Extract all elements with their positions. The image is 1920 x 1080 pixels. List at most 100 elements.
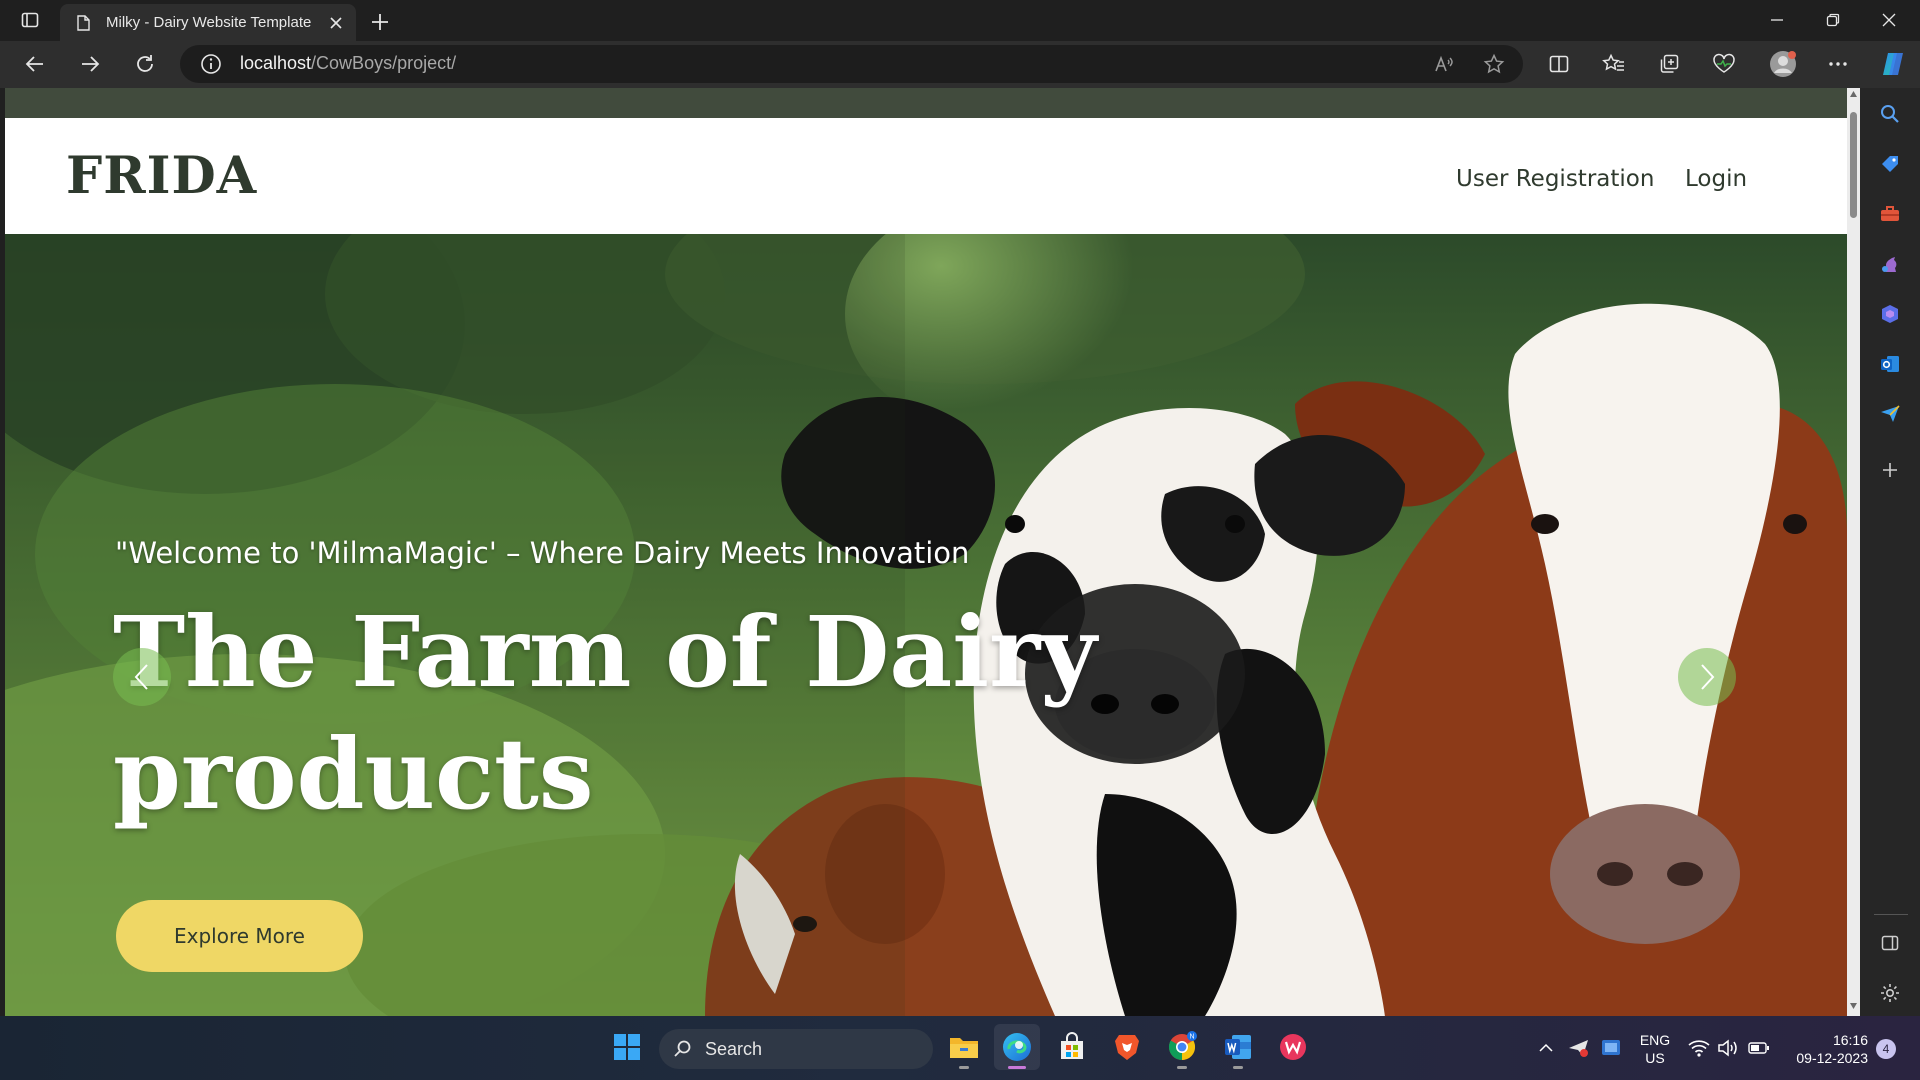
page-viewport: FRIDA User Registration Login "Welcome t… <box>5 88 1847 1016</box>
plus-icon <box>372 14 388 30</box>
close-window-button[interactable] <box>1861 0 1917 40</box>
sidebar-add-button[interactable] <box>1873 453 1907 487</box>
svg-text:N: N <box>1189 1034 1194 1041</box>
scrollbar-thumb[interactable] <box>1850 112 1857 218</box>
split-screen-button[interactable] <box>1540 45 1578 83</box>
panel-icon <box>1881 935 1899 951</box>
chevron-up-icon <box>1539 1043 1553 1052</box>
chrome-icon: N <box>1168 1031 1197 1061</box>
sidebar-search-button[interactable] <box>1873 97 1907 131</box>
nav-link-user-registration[interactable]: User Registration <box>1456 166 1654 192</box>
scroll-down-icon[interactable] <box>1849 1002 1858 1010</box>
split-screen-icon <box>1549 55 1569 73</box>
store-button[interactable] <box>1049 1024 1095 1070</box>
more-icon <box>1829 62 1847 66</box>
collections-button[interactable] <box>1650 45 1688 83</box>
tray-app-icon[interactable] <box>1568 1038 1590 1058</box>
profile-button[interactable] <box>1764 45 1802 83</box>
sidebar-hide-button[interactable] <box>1873 926 1907 960</box>
url-path: /CowBoys/project/ <box>311 53 457 73</box>
region-code: US <box>1645 1050 1665 1066</box>
paper-plane-icon <box>1569 1040 1588 1057</box>
site-navbar: FRIDA User Registration Login <box>5 118 1847 234</box>
sidebar-tools-button[interactable] <box>1873 197 1907 231</box>
edge-taskbar-button[interactable] <box>994 1024 1040 1070</box>
sidebar-games-button[interactable] <box>1873 247 1907 281</box>
read-aloud-icon <box>1435 55 1453 72</box>
language-indicator[interactable]: ENG US <box>1636 1031 1674 1067</box>
windows-logo-icon <box>614 1034 640 1060</box>
tab-close-button[interactable] <box>322 9 350 37</box>
active-indicator <box>1008 1066 1026 1069</box>
clock-time: 16:16 <box>1832 1032 1868 1048</box>
restore-button[interactable] <box>1805 0 1861 40</box>
nav-link-login[interactable]: Login <box>1685 166 1747 192</box>
start-button[interactable] <box>604 1024 650 1070</box>
carousel-prev-button[interactable] <box>113 648 171 706</box>
chess-piece-icon <box>1882 257 1897 272</box>
folder-icon <box>950 1038 978 1058</box>
settings-more-button[interactable] <box>1819 45 1857 83</box>
forward-button[interactable] <box>71 45 109 83</box>
close-icon <box>330 16 342 29</box>
taskbar-search[interactable]: Search <box>659 1029 933 1069</box>
search-icon <box>1881 105 1899 123</box>
brave-button[interactable] <box>1104 1024 1150 1070</box>
show-hidden-icons-button[interactable] <box>1538 1040 1554 1056</box>
running-indicator <box>1177 1066 1187 1069</box>
volume-icon[interactable] <box>1717 1039 1739 1057</box>
scroll-up-icon[interactable] <box>1849 90 1858 98</box>
hero-tagline: "Welcome to 'MilmaMagic' – Where Dairy M… <box>115 536 970 570</box>
new-tab-button[interactable] <box>366 8 394 36</box>
battery-icon[interactable] <box>1748 1041 1770 1055</box>
office-icon <box>1882 305 1898 323</box>
browser-tab[interactable]: Milky - Dairy Website Template <box>60 4 356 41</box>
minimize-icon <box>1771 19 1783 21</box>
sidebar-settings-button[interactable] <box>1873 976 1907 1010</box>
hero-carousel: "Welcome to 'MilmaMagic' – Where Dairy M… <box>5 234 1847 1016</box>
search-icon <box>674 1040 691 1057</box>
edge-icon <box>1003 1033 1031 1061</box>
sidebar-outlook-button[interactable] <box>1873 347 1907 381</box>
search-label: Search <box>705 1038 763 1059</box>
site-logo[interactable]: FRIDA <box>66 146 257 206</box>
read-aloud-button[interactable] <box>1425 45 1463 83</box>
favorites-list-icon <box>1602 53 1624 71</box>
copilot-button[interactable] <box>1874 45 1912 83</box>
sidebar-copilot-365-button[interactable] <box>1873 297 1907 331</box>
hero-headline: The Farm of Dairy products <box>113 595 1097 831</box>
restore-icon <box>1826 13 1840 27</box>
chevron-right-icon <box>1701 664 1715 690</box>
wps-office-button[interactable] <box>1270 1024 1316 1070</box>
browser-essentials-button[interactable] <box>1705 45 1743 83</box>
copilot-icon <box>1883 53 1903 75</box>
carousel-next-button[interactable] <box>1678 648 1736 706</box>
favorites-button[interactable] <box>1595 45 1633 83</box>
clock[interactable]: 16:16 09-12-2023 <box>1784 1031 1876 1067</box>
tray-app-icon-2[interactable] <box>1600 1037 1622 1059</box>
favorite-button[interactable] <box>1475 45 1513 83</box>
site-info-icon[interactable] <box>200 53 222 75</box>
monitor-app-icon <box>1602 1040 1620 1055</box>
close-icon <box>1882 13 1896 27</box>
word-icon <box>1225 1035 1251 1059</box>
refresh-icon <box>137 55 153 72</box>
wifi-icon[interactable] <box>1688 1039 1710 1057</box>
url-text[interactable]: localhost/CowBoys/project/ <box>240 53 456 74</box>
file-explorer-button[interactable] <box>941 1024 987 1070</box>
tab-actions-button[interactable] <box>14 7 46 33</box>
store-icon <box>1061 1032 1083 1059</box>
refresh-button[interactable] <box>126 45 164 83</box>
notification-badge[interactable]: 4 <box>1876 1039 1896 1059</box>
clock-date: 09-12-2023 <box>1796 1050 1868 1066</box>
running-indicator <box>959 1066 969 1069</box>
heart-pulse-icon <box>1713 53 1735 73</box>
page-scrollbar[interactable] <box>1847 88 1860 1016</box>
back-button[interactable] <box>16 45 54 83</box>
sidebar-drop-button[interactable] <box>1873 397 1907 431</box>
chrome-button[interactable]: N <box>1159 1024 1205 1070</box>
minimize-button[interactable] <box>1749 0 1805 40</box>
word-button[interactable] <box>1215 1024 1261 1070</box>
explore-more-button[interactable]: Explore More <box>116 900 363 972</box>
sidebar-shopping-button[interactable] <box>1873 147 1907 181</box>
